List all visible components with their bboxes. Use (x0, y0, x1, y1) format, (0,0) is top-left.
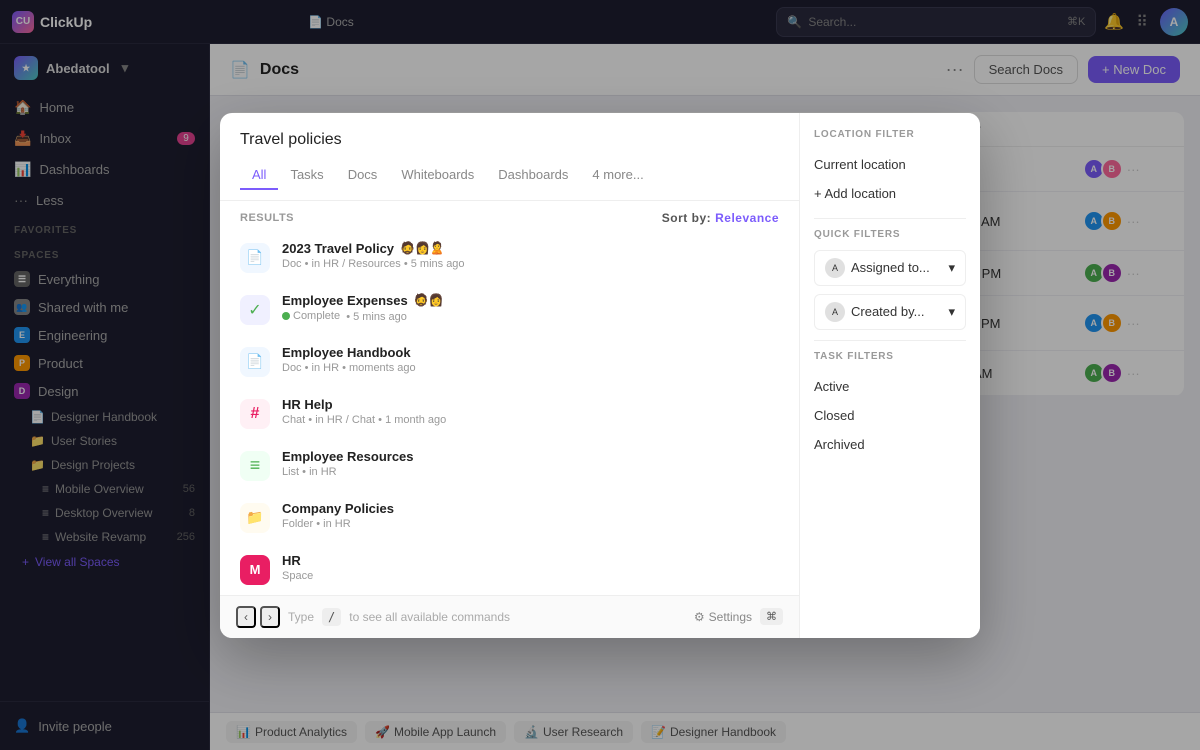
quick-filters-label: QUICK FILTERS (814, 229, 966, 240)
add-location-label: + Add location (814, 186, 896, 201)
section-divider (814, 218, 966, 219)
result-name: HR (282, 553, 779, 568)
result-info: Company Policies Folder • in HR (282, 501, 779, 530)
result-name: Employee Resources (282, 449, 779, 464)
current-location-label: Current location (814, 157, 906, 172)
result-name: 2023 Travel Policy 🧔👩🙎 (282, 241, 779, 256)
result-meta: List • in HR (282, 466, 779, 478)
settings-label: Settings (709, 610, 752, 624)
modal-search-query[interactable]: Travel policies (240, 131, 779, 149)
result-icon: 📄 (240, 347, 270, 377)
add-location-filter[interactable]: + Add location (814, 179, 966, 208)
tab-more[interactable]: 4 more... (580, 161, 655, 190)
result-name: HR Help (282, 397, 779, 412)
assigned-to-label: Assigned to... (851, 260, 930, 275)
result-icon: 📄 (240, 243, 270, 273)
result-info: HR Help Chat • in HR / Chat • 1 month ag… (282, 397, 779, 426)
sort-label: Sort by: (662, 211, 711, 225)
status-dot (282, 312, 290, 320)
active-label: Active (814, 379, 849, 394)
result-meta: Doc • in HR • moments ago (282, 362, 779, 374)
task-filters-label: TASK FILTERS (814, 351, 966, 362)
result-icon: M (240, 555, 270, 585)
modal-right-panel: LOCATION FILTER Current location + Add l… (800, 113, 980, 638)
result-info: HR Space (282, 553, 779, 582)
result-emoji: 🧔👩 (414, 293, 444, 307)
modal-overlay[interactable]: Travel policies All Tasks Docs Whiteboar… (0, 0, 1200, 750)
result-item-hr-space[interactable]: M HR Space (220, 543, 799, 595)
current-location-filter[interactable]: Current location (814, 150, 966, 179)
result-item-employee-handbook[interactable]: 📄 Employee Handbook Doc • in HR • moment… (220, 335, 799, 387)
task-filter-active[interactable]: Active (814, 372, 966, 401)
nav-arrows: ‹ › (236, 606, 280, 628)
result-status: Complete (282, 310, 340, 322)
result-name: Employee Expenses 🧔👩 (282, 293, 779, 308)
gear-icon: ⚙ (694, 610, 705, 624)
result-meta: Folder • in HR (282, 518, 779, 530)
result-meta: Complete • 5 mins ago (282, 310, 779, 323)
slash-shortcut: / (322, 608, 341, 626)
task-filter-closed[interactable]: Closed (814, 401, 966, 430)
result-meta: Space (282, 570, 779, 582)
modal-bottom-bar: ‹ › Type / to see all available commands… (220, 595, 799, 638)
result-meta: Chat • in HR / Chat • 1 month ago (282, 414, 779, 426)
type-label: Type (288, 610, 314, 624)
keyboard-shortcut: ⌘ (760, 608, 783, 625)
result-name: Company Policies (282, 501, 779, 516)
results-label: RESULTS (240, 212, 294, 224)
result-icon: ≡ (240, 451, 270, 481)
nav-prev-button[interactable]: ‹ (236, 606, 256, 628)
dropdown-left: A Assigned to... (825, 258, 930, 278)
modal-tabs: All Tasks Docs Whiteboards Dashboards 4 … (240, 161, 779, 190)
closed-label: Closed (814, 408, 854, 423)
result-info: Employee Resources List • in HR (282, 449, 779, 478)
chevron-down-icon: ▾ (948, 304, 955, 320)
result-meta: Doc • in HR / Resources • 5 mins ago (282, 258, 779, 270)
section-divider (814, 340, 966, 341)
result-icon: 📁 (240, 503, 270, 533)
result-info: Employee Handbook Doc • in HR • moments … (282, 345, 779, 374)
result-item-travel-policy[interactable]: 📄 2023 Travel Policy 🧔👩🙎 Doc • in HR / R… (220, 231, 799, 283)
archived-label: Archived (814, 437, 865, 452)
location-filter-label: LOCATION FILTER (814, 129, 966, 140)
created-avatar: A (825, 302, 845, 322)
task-filter-archived[interactable]: Archived (814, 430, 966, 459)
sort-by[interactable]: Sort by: Relevance (662, 211, 779, 225)
assigned-to-dropdown[interactable]: A Assigned to... ▾ (814, 250, 966, 286)
result-icon: ✓ (240, 295, 270, 325)
results-header: RESULTS Sort by: Relevance (220, 201, 799, 231)
dropdown-left: A Created by... (825, 302, 924, 322)
assigned-avatar: A (825, 258, 845, 278)
modal-search-area: Travel policies All Tasks Docs Whiteboar… (220, 113, 799, 201)
tab-dashboards[interactable]: Dashboards (486, 161, 580, 190)
result-item-company-policies[interactable]: 📁 Company Policies Folder • in HR (220, 491, 799, 543)
tab-all[interactable]: All (240, 161, 278, 190)
tab-tasks[interactable]: Tasks (278, 161, 335, 190)
modal-left: Travel policies All Tasks Docs Whiteboar… (220, 113, 800, 638)
chevron-down-icon: ▾ (948, 260, 955, 276)
nav-next-button[interactable]: › (260, 606, 280, 628)
result-info: 2023 Travel Policy 🧔👩🙎 Doc • in HR / Res… (282, 241, 779, 270)
tab-docs[interactable]: Docs (336, 161, 390, 190)
created-by-dropdown[interactable]: A Created by... ▾ (814, 294, 966, 330)
hint-text: to see all available commands (349, 610, 510, 624)
result-item-employee-resources[interactable]: ≡ Employee Resources List • in HR (220, 439, 799, 491)
result-emoji: 🧔👩🙎 (400, 241, 445, 255)
modal-top: Travel policies All Tasks Docs Whiteboar… (220, 113, 980, 638)
tab-whiteboards[interactable]: Whiteboards (389, 161, 486, 190)
result-icon: # (240, 399, 270, 429)
settings-button[interactable]: ⚙ Settings (694, 610, 752, 624)
search-modal: Travel policies All Tasks Docs Whiteboar… (220, 113, 980, 638)
result-item-hr-help[interactable]: # HR Help Chat • in HR / Chat • 1 month … (220, 387, 799, 439)
created-by-label: Created by... (851, 304, 924, 319)
sort-value: Relevance (715, 211, 779, 225)
modal-results: 📄 2023 Travel Policy 🧔👩🙎 Doc • in HR / R… (220, 231, 799, 595)
result-item-employee-expenses[interactable]: ✓ Employee Expenses 🧔👩 Complete (220, 283, 799, 335)
result-info: Employee Expenses 🧔👩 Complete • 5 mins a… (282, 293, 779, 323)
result-name: Employee Handbook (282, 345, 779, 360)
